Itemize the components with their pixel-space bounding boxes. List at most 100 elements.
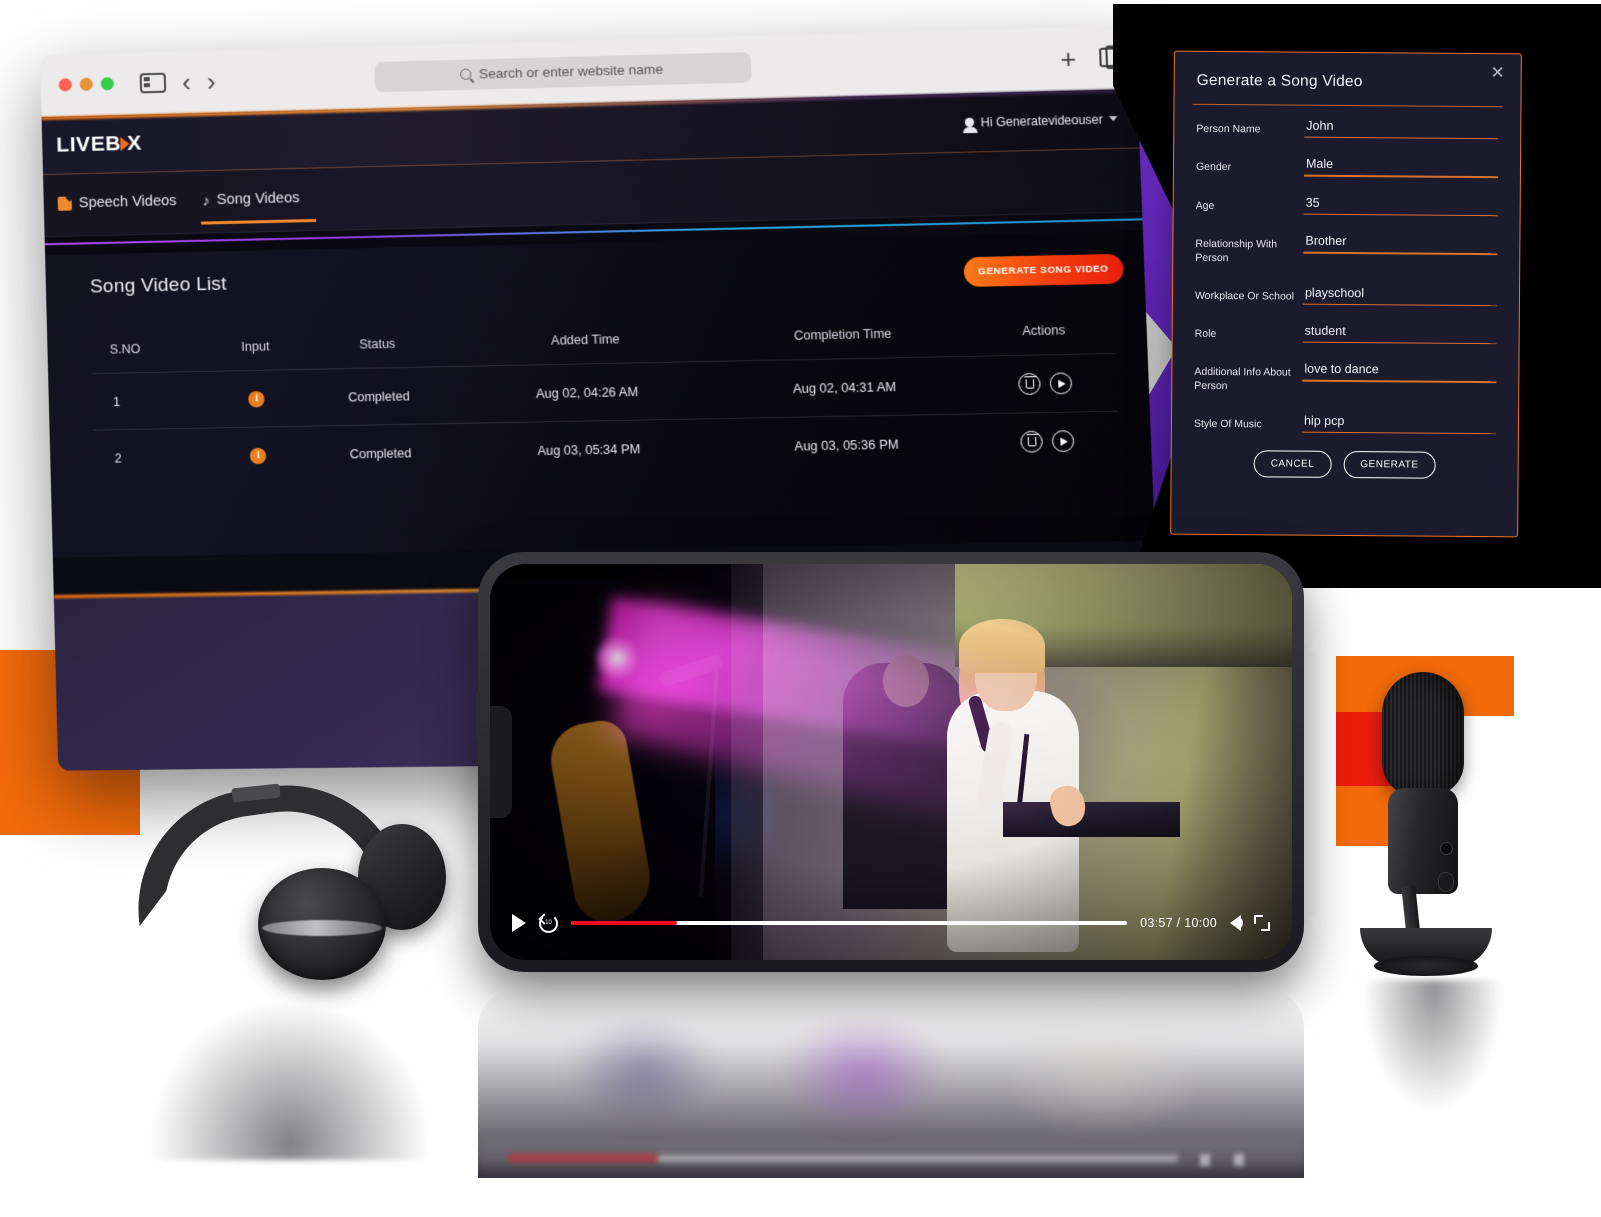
label-age: Age: [1195, 199, 1215, 212]
cell-completion-time: Aug 02, 04:31 AM: [714, 356, 976, 419]
phone-notch: [490, 706, 512, 818]
form-row-person-name: Person Name John: [1196, 115, 1499, 140]
cancel-button[interactable]: CANCEL: [1253, 450, 1332, 478]
form-row-relationship: Relationship With Person Brother: [1195, 230, 1498, 268]
microphone-product-image: [1352, 672, 1512, 992]
col-input: Input: [241, 339, 270, 354]
address-bar[interactable]: Search or enter website name: [373, 51, 752, 92]
video-progress-bar[interactable]: [571, 921, 1128, 925]
song-video-table: S.NO Input Status Added Time Completion …: [91, 312, 1121, 487]
livebox-logo: LIVEB X: [56, 131, 142, 157]
logo-text-right: X: [126, 130, 143, 155]
label-gender: Gender: [1195, 161, 1232, 174]
browser-toolbar-actions: +: [1060, 43, 1118, 74]
logo-text-left: LIVEB: [55, 131, 122, 157]
close-icon[interactable]: ✕: [1490, 63, 1504, 82]
label-role: Role: [1194, 327, 1217, 340]
info-icon[interactable]: i: [250, 447, 267, 464]
user-greeting-label: Hi Generatevideouser: [980, 111, 1104, 130]
cell-status: Completed: [297, 366, 461, 427]
delete-icon[interactable]: [1020, 430, 1044, 453]
col-completion-time: Completion Time: [793, 326, 892, 343]
input-role[interactable]: student: [1303, 321, 1497, 344]
phone-side-button: [476, 690, 480, 742]
delete-icon[interactable]: [1018, 372, 1042, 396]
replay-10-icon[interactable]: 10: [539, 913, 558, 933]
generate-song-video-button[interactable]: GENERATE SONG VIDEO: [963, 253, 1124, 288]
screenshot-root: ‹ › Search or enter website name + LIVEB…: [0, 0, 1601, 1217]
address-bar-placeholder: Search or enter website name: [478, 61, 664, 82]
cell-sno: 1: [92, 371, 216, 431]
generate-song-video-modal: Generate a Song Video ✕ Person Name John…: [1170, 50, 1522, 538]
new-tab-button[interactable]: +: [1060, 43, 1077, 74]
phone-screen: 10 03:57 / 10:00: [490, 564, 1292, 960]
cell-completion-time: Aug 03, 05:36 PM: [716, 413, 978, 476]
headphones-product-image: [122, 769, 452, 990]
volume-icon[interactable]: [1230, 915, 1243, 931]
play-icon[interactable]: [512, 914, 526, 932]
label-person-name: Person Name: [1196, 122, 1261, 136]
tab-song-videos-label: Song Videos: [216, 189, 300, 208]
cell-actions: [975, 411, 1121, 472]
tab-speech-videos-label: Speech Videos: [78, 192, 177, 211]
cell-actions: [973, 353, 1119, 414]
input-workplace[interactable]: playschool: [1303, 282, 1497, 305]
modal-actions: CANCEL GENERATE: [1194, 450, 1496, 479]
form-row-style-of-music: Style Of Music hip pcp: [1193, 409, 1496, 435]
chevron-down-icon: [1108, 116, 1118, 122]
smartphone-mockup: 10 03:57 / 10:00: [476, 552, 1304, 972]
speech-icon: [57, 195, 72, 211]
col-status: Status: [359, 336, 396, 352]
cell-input: i: [215, 426, 302, 485]
form-row-additional-info: Additional Info About Person love to dan…: [1194, 358, 1497, 396]
form-row-gender: Gender Male: [1196, 153, 1498, 178]
info-icon[interactable]: i: [248, 390, 266, 408]
song-video-panel: Song Video List GENERATE SONG VIDEO S.NO…: [45, 230, 1155, 558]
video-player-controls: 10 03:57 / 10:00: [490, 896, 1292, 960]
window-traffic-lights[interactable]: [58, 77, 114, 92]
input-age[interactable]: 35: [1304, 192, 1498, 215]
label-relationship: Relationship With Person: [1195, 237, 1278, 265]
user-menu[interactable]: Hi Generatevideouser: [964, 111, 1118, 130]
col-actions: Actions: [1021, 322, 1066, 339]
cell-sno: 2: [93, 427, 218, 487]
input-style-of-music[interactable]: hip pcp: [1302, 410, 1496, 433]
user-avatar-icon: [964, 117, 975, 128]
play-icon[interactable]: [1049, 372, 1073, 395]
search-icon: [460, 68, 472, 80]
modal-form: Person Name John Gender Male Age 35 Rela…: [1172, 111, 1521, 480]
tab-speech-videos[interactable]: Speech Videos: [57, 192, 177, 215]
label-workplace: Workplace Or School: [1194, 289, 1295, 303]
col-added-time: Added Time: [550, 332, 620, 348]
cell-added-time: Aug 02, 04:26 AM: [458, 361, 717, 424]
fullscreen-icon[interactable]: [1254, 915, 1270, 931]
input-additional-info[interactable]: love to dance: [1302, 359, 1496, 382]
back-button[interactable]: ‹: [182, 66, 192, 96]
label-style-of-music: Style Of Music: [1193, 417, 1262, 430]
sidebar-toggle-icon[interactable]: [139, 72, 167, 93]
generate-button[interactable]: GENERATE: [1343, 451, 1436, 479]
video-time-display: 03:57 / 10:00: [1140, 916, 1217, 930]
phone-reflection: [478, 988, 1304, 1178]
input-gender[interactable]: Male: [1304, 154, 1498, 177]
input-relationship[interactable]: Brother: [1303, 231, 1497, 254]
page-title: Song Video List: [89, 273, 227, 298]
video-progress-fill: [571, 921, 677, 925]
form-row-role: Role student: [1195, 320, 1497, 345]
col-sno: S.NO: [109, 341, 141, 357]
cell-status: Completed: [299, 423, 462, 483]
form-row-age: Age 35: [1196, 192, 1498, 217]
modal-title: Generate a Song Video: [1196, 71, 1363, 91]
modal-header: Generate a Song Video ✕: [1174, 52, 1520, 107]
close-window-button[interactable]: [58, 78, 72, 92]
minimize-window-button[interactable]: [79, 77, 93, 91]
forward-button[interactable]: ›: [206, 66, 216, 96]
input-person-name[interactable]: John: [1304, 116, 1498, 139]
cell-added-time: Aug 03, 05:34 PM: [460, 418, 719, 480]
zoom-window-button[interactable]: [100, 77, 114, 91]
tab-song-videos[interactable]: ♪ Song Videos: [202, 190, 299, 212]
label-additional-info: Additional Info About Person: [1194, 366, 1291, 393]
music-note-icon: ♪: [202, 191, 210, 208]
headphones-reflection: [140, 990, 440, 1160]
play-icon[interactable]: [1052, 430, 1076, 453]
